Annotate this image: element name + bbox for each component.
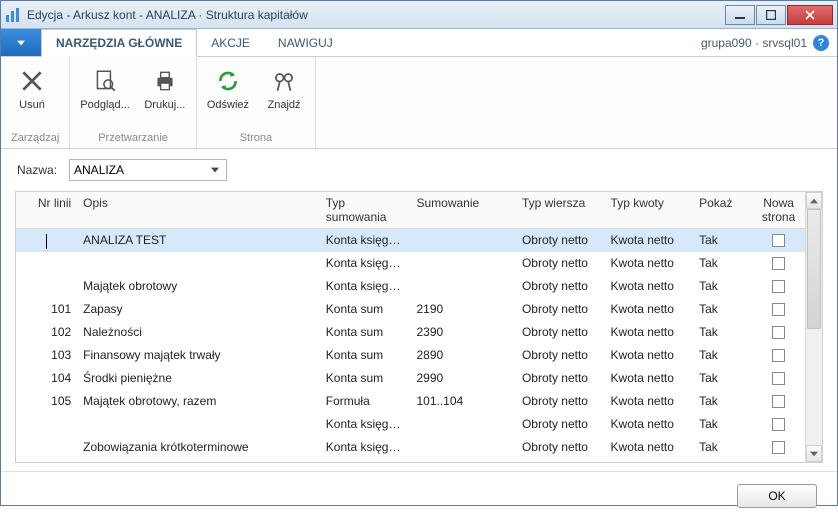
tab-navigate[interactable]: NAWIGUJ [264, 29, 347, 56]
group-manage-label: Zarządzaj [11, 130, 59, 146]
help-icon[interactable]: ? [813, 35, 829, 51]
checkbox[interactable] [772, 234, 785, 247]
table-row[interactable]: ANALIZA TESTKonta księgo...Obroty nettoK… [16, 229, 805, 252]
filter-bar: Nazwa: ANALIZA [1, 149, 837, 191]
maximize-button[interactable] [756, 5, 786, 25]
header-row: Nr linii Opis Typ sumowania Sumowanie Ty… [16, 192, 805, 229]
titlebar: Edycja - Arkusz kont - ANALIZA · Struktu… [1, 1, 837, 29]
checkbox[interactable] [772, 280, 785, 293]
table-row[interactable]: 101ZapasyKonta sum2190Obroty nettoKwota … [16, 298, 805, 321]
print-button[interactable]: Drukuj... [144, 65, 186, 111]
table-row[interactable]: Konta księgo...Obroty nettoKwota nettoTa… [16, 252, 805, 275]
col-sumowanie[interactable]: Sumowanie [410, 192, 515, 229]
find-icon [268, 65, 300, 97]
table-row[interactable]: 104Środki pieniężneKonta sum2990Obroty n… [16, 367, 805, 390]
edit-cursor [46, 234, 47, 249]
table-row[interactable]: 103Finansowy majątek trwałyKonta sum2890… [16, 344, 805, 367]
tab-main-tools[interactable]: NARZĘDZIA GŁÓWNE [41, 29, 197, 57]
scroll-up-button[interactable] [806, 192, 822, 209]
checkbox[interactable] [772, 441, 785, 454]
minimize-button[interactable] [725, 5, 755, 25]
ribbon-group-page: Odśwież Znajdź Strona [197, 57, 316, 148]
app-icon [5, 7, 21, 23]
find-button[interactable]: Znajdź [263, 65, 305, 111]
refresh-icon [212, 65, 244, 97]
find-label: Znajdź [268, 99, 301, 111]
checkbox[interactable] [772, 349, 785, 362]
data-grid[interactable]: Nr linii Opis Typ sumowania Sumowanie Ty… [15, 191, 823, 463]
checkbox[interactable] [772, 257, 785, 270]
tab-actions[interactable]: AKCJE [197, 29, 264, 56]
table-row[interactable]: Zobowiązania krótkoterminoweKonta księgo… [16, 436, 805, 459]
checkbox[interactable] [772, 418, 785, 431]
window-controls [724, 5, 833, 25]
group-process-label: Przetwarzanie [80, 130, 186, 146]
table-row[interactable]: Konta księgo...Obroty nettoKwota nettoTa… [16, 413, 805, 436]
col-pokaz[interactable]: Pokaż [693, 192, 752, 229]
connection-info: grupa090 · srvsql01 ? [701, 29, 837, 56]
checkbox[interactable] [772, 326, 785, 339]
chevron-down-icon [208, 167, 222, 173]
window-title: Edycja - Arkusz kont - ANALIZA · Struktu… [27, 8, 724, 22]
print-icon [149, 65, 181, 97]
col-typ-wiersza[interactable]: Typ wiersza [516, 192, 605, 229]
checkbox[interactable] [772, 303, 785, 316]
table-row[interactable]: Majątek obrotowyKonta księgo...Obroty ne… [16, 275, 805, 298]
table-row[interactable]: 105Majątek obrotowy, razemFormuła101..10… [16, 390, 805, 413]
ribbon-tabs: NARZĘDZIA GŁÓWNE AKCJE NAWIGUJ grupa090 … [1, 29, 837, 57]
footer: OK [1, 471, 837, 520]
preview-button[interactable]: Podgląd... [80, 65, 130, 111]
name-label: Nazwa: [17, 163, 57, 177]
col-nr-linii[interactable]: Nr linii [31, 192, 77, 229]
checkbox[interactable] [772, 395, 785, 408]
col-nowa-strona[interactable]: Nowa strona [752, 192, 805, 229]
name-dropdown[interactable]: ANALIZA [69, 159, 227, 181]
group-page-label: Strona [207, 130, 305, 146]
delete-icon [16, 65, 48, 97]
table-row[interactable]: 102NależnościKonta sum2390Obroty nettoKw… [16, 321, 805, 344]
vertical-scrollbar[interactable] [805, 192, 822, 462]
ribbon-group-process: Podgląd... Drukuj... Przetwarzanie [70, 57, 197, 148]
col-typ-kwoty[interactable]: Typ kwoty [605, 192, 694, 229]
col-opis[interactable]: Opis [77, 192, 320, 229]
connection-label: grupa090 · srvsql01 [701, 36, 807, 50]
col-typ-sumowania[interactable]: Typ sumowania [320, 192, 411, 229]
app-menu-button[interactable] [1, 29, 41, 56]
ribbon-group-manage: Usuń Zarządzaj [1, 57, 70, 148]
delete-button[interactable]: Usuń [11, 65, 53, 111]
close-button[interactable] [787, 5, 833, 25]
ribbon: Usuń Zarządzaj Podgląd... Drukuj... Prze… [1, 57, 837, 149]
refresh-label: Odśwież [207, 99, 249, 111]
preview-icon [89, 65, 121, 97]
scroll-thumb[interactable] [807, 209, 821, 329]
refresh-button[interactable]: Odśwież [207, 65, 249, 111]
scroll-down-button[interactable] [806, 445, 822, 462]
print-label: Drukuj... [144, 99, 185, 111]
scroll-track[interactable] [806, 209, 822, 445]
delete-label: Usuń [19, 99, 45, 111]
checkbox[interactable] [772, 372, 785, 385]
ok-button[interactable]: OK [737, 484, 817, 508]
name-dropdown-value: ANALIZA [74, 163, 124, 177]
preview-label: Podgląd... [80, 99, 130, 111]
